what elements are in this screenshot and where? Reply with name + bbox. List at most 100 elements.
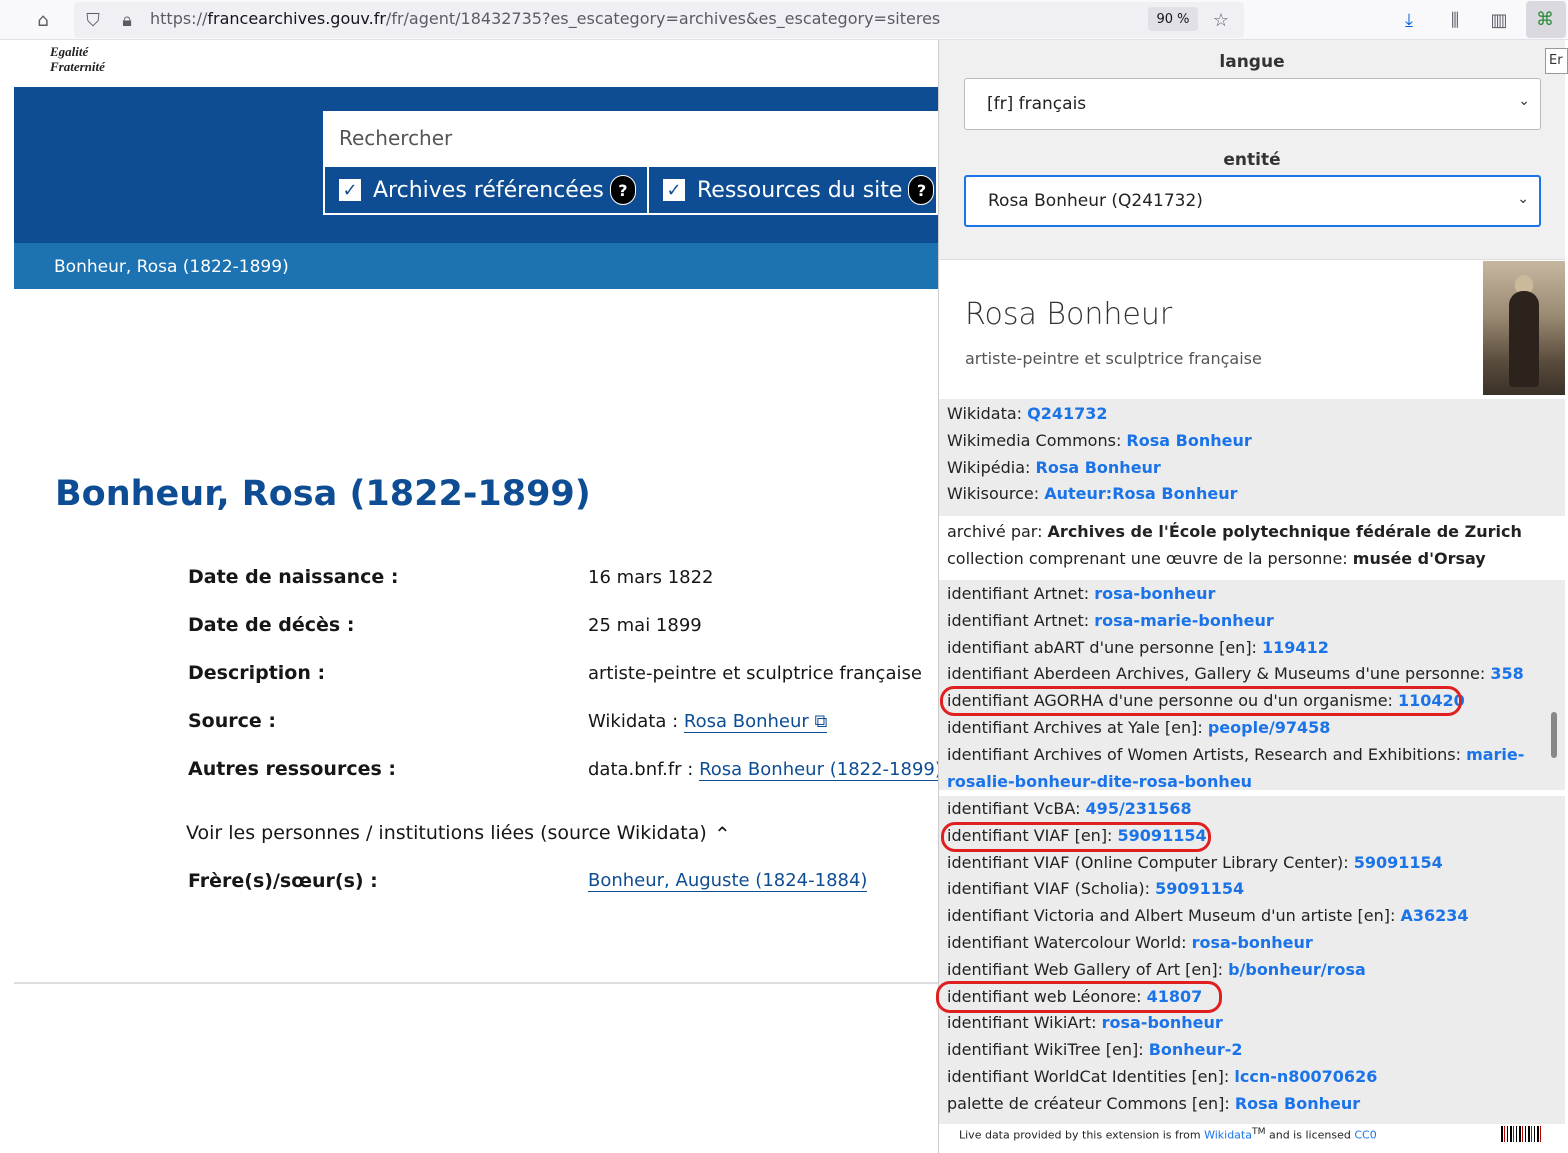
identifier-row: identifiant Web Gallery of Art [en]: b/b… — [947, 957, 1565, 984]
entity-header: Rosa Bonheur artiste-peintre et sculptri… — [939, 261, 1565, 395]
sidebar-icon[interactable]: ▥ — [1486, 7, 1512, 33]
identifier-row-value[interactable]: b/bonheur/rosa — [1228, 960, 1366, 979]
language-select[interactable]: [fr] français ⌄ — [964, 78, 1541, 130]
zoom-level-badge[interactable]: 90 % — [1148, 7, 1198, 31]
identifier-row-key: identifiant VcBA: — [947, 799, 1086, 818]
chevron-up-icon[interactable]: ⌃ — [714, 822, 731, 846]
language-label: langue — [1219, 52, 1285, 72]
identifier-row-key: identifiant Artnet: — [947, 584, 1095, 603]
filter-archives[interactable]: ✓ Archives référencées ? — [323, 165, 649, 215]
identifier-row-value[interactable]: people/97458 — [1208, 718, 1331, 737]
cc0-link[interactable]: CC0 — [1354, 1129, 1376, 1142]
identifier-row-value[interactable]: rosa-bonheur — [1192, 933, 1313, 952]
highlight-viaf — [941, 822, 1211, 852]
filter-archives-label: Archives référencées — [373, 177, 604, 203]
library-icon[interactable]: ⫼ — [1442, 7, 1468, 33]
birth-date-value: 16 mars 1822 — [588, 567, 714, 588]
download-icon[interactable]: ⤓ — [1396, 7, 1422, 33]
page-title: Bonheur, Rosa (1822-1899) — [55, 474, 591, 514]
scrollbar[interactable] — [1551, 712, 1557, 758]
breadcrumb[interactable]: Bonheur, Rosa (1822-1899) — [54, 257, 289, 277]
filter-site-resources-label: Ressources du site — [697, 177, 903, 203]
identifier-row-value[interactable]: lccn-n80070626 — [1234, 1067, 1377, 1086]
home-icon[interactable]: ⌂ — [30, 7, 56, 33]
sitelinks-section: Wikidata: Q241732 Wikimedia Commons: Rosa… — [939, 399, 1565, 516]
extension-button[interactable]: ⌘ — [1526, 1, 1566, 38]
footer-text: Live data provided by this extension is … — [959, 1126, 1377, 1142]
identifier-row: identifiant Archives at Yale [en]: peopl… — [947, 715, 1565, 742]
identifier-row-value[interactable]: 59091154 — [1354, 853, 1443, 872]
sitelink-row-value[interactable]: Rosa Bonheur — [1126, 431, 1251, 450]
identifier-row-key: identifiant abART d'une personne [en]: — [947, 637, 1263, 657]
sitelink-row-value[interactable]: Auteur:Rosa Bonheur — [1044, 484, 1237, 503]
help-icon[interactable]: ? — [609, 175, 636, 205]
wikidata-link[interactable]: Wikidata — [1204, 1129, 1252, 1142]
identifier-row-value[interactable]: A36234 — [1400, 906, 1468, 925]
identifier-row: identifiant Watercolour World: rosa-bonh… — [947, 930, 1565, 957]
source-value: Wikidata : Rosa Bonheur ⧉ — [588, 711, 828, 733]
sitelink-row-value[interactable]: Q241732 — [1027, 404, 1107, 423]
wikidata-source-link[interactable]: Rosa Bonheur ⧉ — [683, 711, 828, 733]
sitelink-row-key: Wikisource: — [947, 484, 1045, 504]
identifier-row-key: palette de créateur Commons [en]: — [947, 1093, 1235, 1113]
breadcrumb-bar: Bonheur, Rosa (1822-1899) — [14, 243, 938, 289]
sitelink-row: Wikisource: Auteur:Rosa Bonheur — [947, 481, 1565, 508]
portrait-image — [1483, 261, 1565, 395]
identifier-row: identifiant VIAF (Scholia): 59091154 — [947, 876, 1565, 903]
identifier-row: identifiant Archives of Women Artists, R… — [947, 742, 1527, 796]
relation-row: archivé par: Archives de l'École polytec… — [947, 519, 1565, 546]
identifier-row: identifiant VIAF (Online Computer Librar… — [947, 850, 1565, 877]
identifier-row-value[interactable]: rosa-marie-bonheur — [1094, 611, 1274, 630]
relation-row-value: Archives de l'École polytechnique fédéra… — [1047, 522, 1522, 541]
identifier-row: identifiant Artnet: rosa-marie-bonheur — [947, 608, 1565, 635]
chevron-down-icon: ⌄ — [1518, 93, 1530, 109]
death-date-label: Date de décès : — [188, 614, 355, 636]
identifier-row-key: identifiant WikiArt: — [947, 1013, 1102, 1033]
browser-toolbar: ⌂ ⛉ 🔒︎ https://francearchives.gouv.fr/fr… — [0, 0, 1568, 40]
identifier-row-key: identifiant WikiTree [en]: — [947, 1040, 1149, 1060]
sibling-link[interactable]: Bonheur, Auguste (1824-1884) — [588, 870, 868, 892]
checkbox-checked-icon[interactable]: ✓ — [339, 179, 361, 201]
bookmark-star-icon[interactable]: ☆ — [1208, 7, 1234, 33]
identifier-row: identifiant Victoria and Albert Museum d… — [947, 903, 1565, 930]
birth-date-label: Date de naissance : — [188, 566, 399, 588]
highlight-leonore — [936, 981, 1222, 1013]
highlight-agorha — [940, 686, 1462, 716]
search-input[interactable] — [339, 123, 839, 153]
identifier-row: identifiant Aberdeen Archives, Gallery &… — [947, 661, 1565, 688]
popup-selectors: langue [fr] français ⌄ entité Rosa Bonheu… — [939, 40, 1565, 260]
identifier-row-value[interactable]: 119412 — [1262, 638, 1329, 657]
identifier-row-value[interactable]: 495/231568 — [1086, 799, 1192, 818]
identifiers-section-1: identifiant Artnet: rosa-bonheur identifi… — [939, 580, 1565, 791]
identifier-row-key: identifiant Watercolour World: — [947, 932, 1192, 952]
sitelink-row: Wikidata: Q241732 — [947, 401, 1565, 428]
other-resources-value: data.bnf.fr : Rosa Bonheur (1822-1899) ⧉ — [588, 759, 961, 781]
identifier-row-key: identifiant Victoria and Albert Museum d… — [947, 906, 1401, 926]
identifier-row-value[interactable]: Bonheur-2 — [1149, 1040, 1243, 1059]
identifier-row-value[interactable]: rosa-bonheur — [1094, 584, 1215, 603]
related-toggle[interactable]: Voir les personnes / institutions liées … — [186, 822, 707, 844]
url-text[interactable]: https://francearchives.gouv.fr/fr/agent/… — [150, 9, 940, 28]
extension-corner-tab[interactable]: Er — [1545, 48, 1568, 74]
sitelink-row-key: Wikidata: — [947, 404, 1028, 423]
identifier-row-key: identifiant VIAF (Scholia): — [947, 879, 1156, 899]
chevron-down-icon: ⌄ — [1517, 191, 1529, 207]
bnf-link[interactable]: Rosa Bonheur (1822-1899) ⧉ — [699, 759, 961, 781]
entity-name: Rosa Bonheur — [965, 297, 1173, 332]
shield-icon[interactable]: ⛉ — [80, 7, 106, 33]
help-icon[interactable]: ? — [908, 175, 935, 205]
sitelink-row-key: Wikipédia: — [947, 457, 1036, 477]
identifier-row-value[interactable]: 358 — [1490, 664, 1523, 683]
identifier-row: identifiant WorldCat Identities [en]: lc… — [947, 1064, 1565, 1091]
identifier-row-value[interactable]: 59091154 — [1155, 879, 1244, 898]
lock-icon[interactable]: 🔒︎ — [114, 7, 140, 33]
sitelink-row-value[interactable]: Rosa Bonheur — [1036, 458, 1161, 477]
identifier-row-value[interactable]: rosa-bonheur — [1102, 1013, 1223, 1032]
filter-site-resources[interactable]: ✓ Ressources du site ? — [647, 165, 938, 215]
checkbox-checked-icon[interactable]: ✓ — [663, 179, 685, 201]
identifier-row-value[interactable]: Rosa Bonheur — [1235, 1094, 1360, 1113]
identifier-row-key: identifiant Aberdeen Archives, Gallery &… — [947, 664, 1491, 684]
sibling-label: Frère(s)/sœur(s) : — [188, 870, 378, 892]
entity-select[interactable]: Rosa Bonheur (Q241732) ⌄ — [964, 175, 1541, 227]
identifier-row: identifiant VcBA: 495/231568 — [947, 796, 1565, 823]
